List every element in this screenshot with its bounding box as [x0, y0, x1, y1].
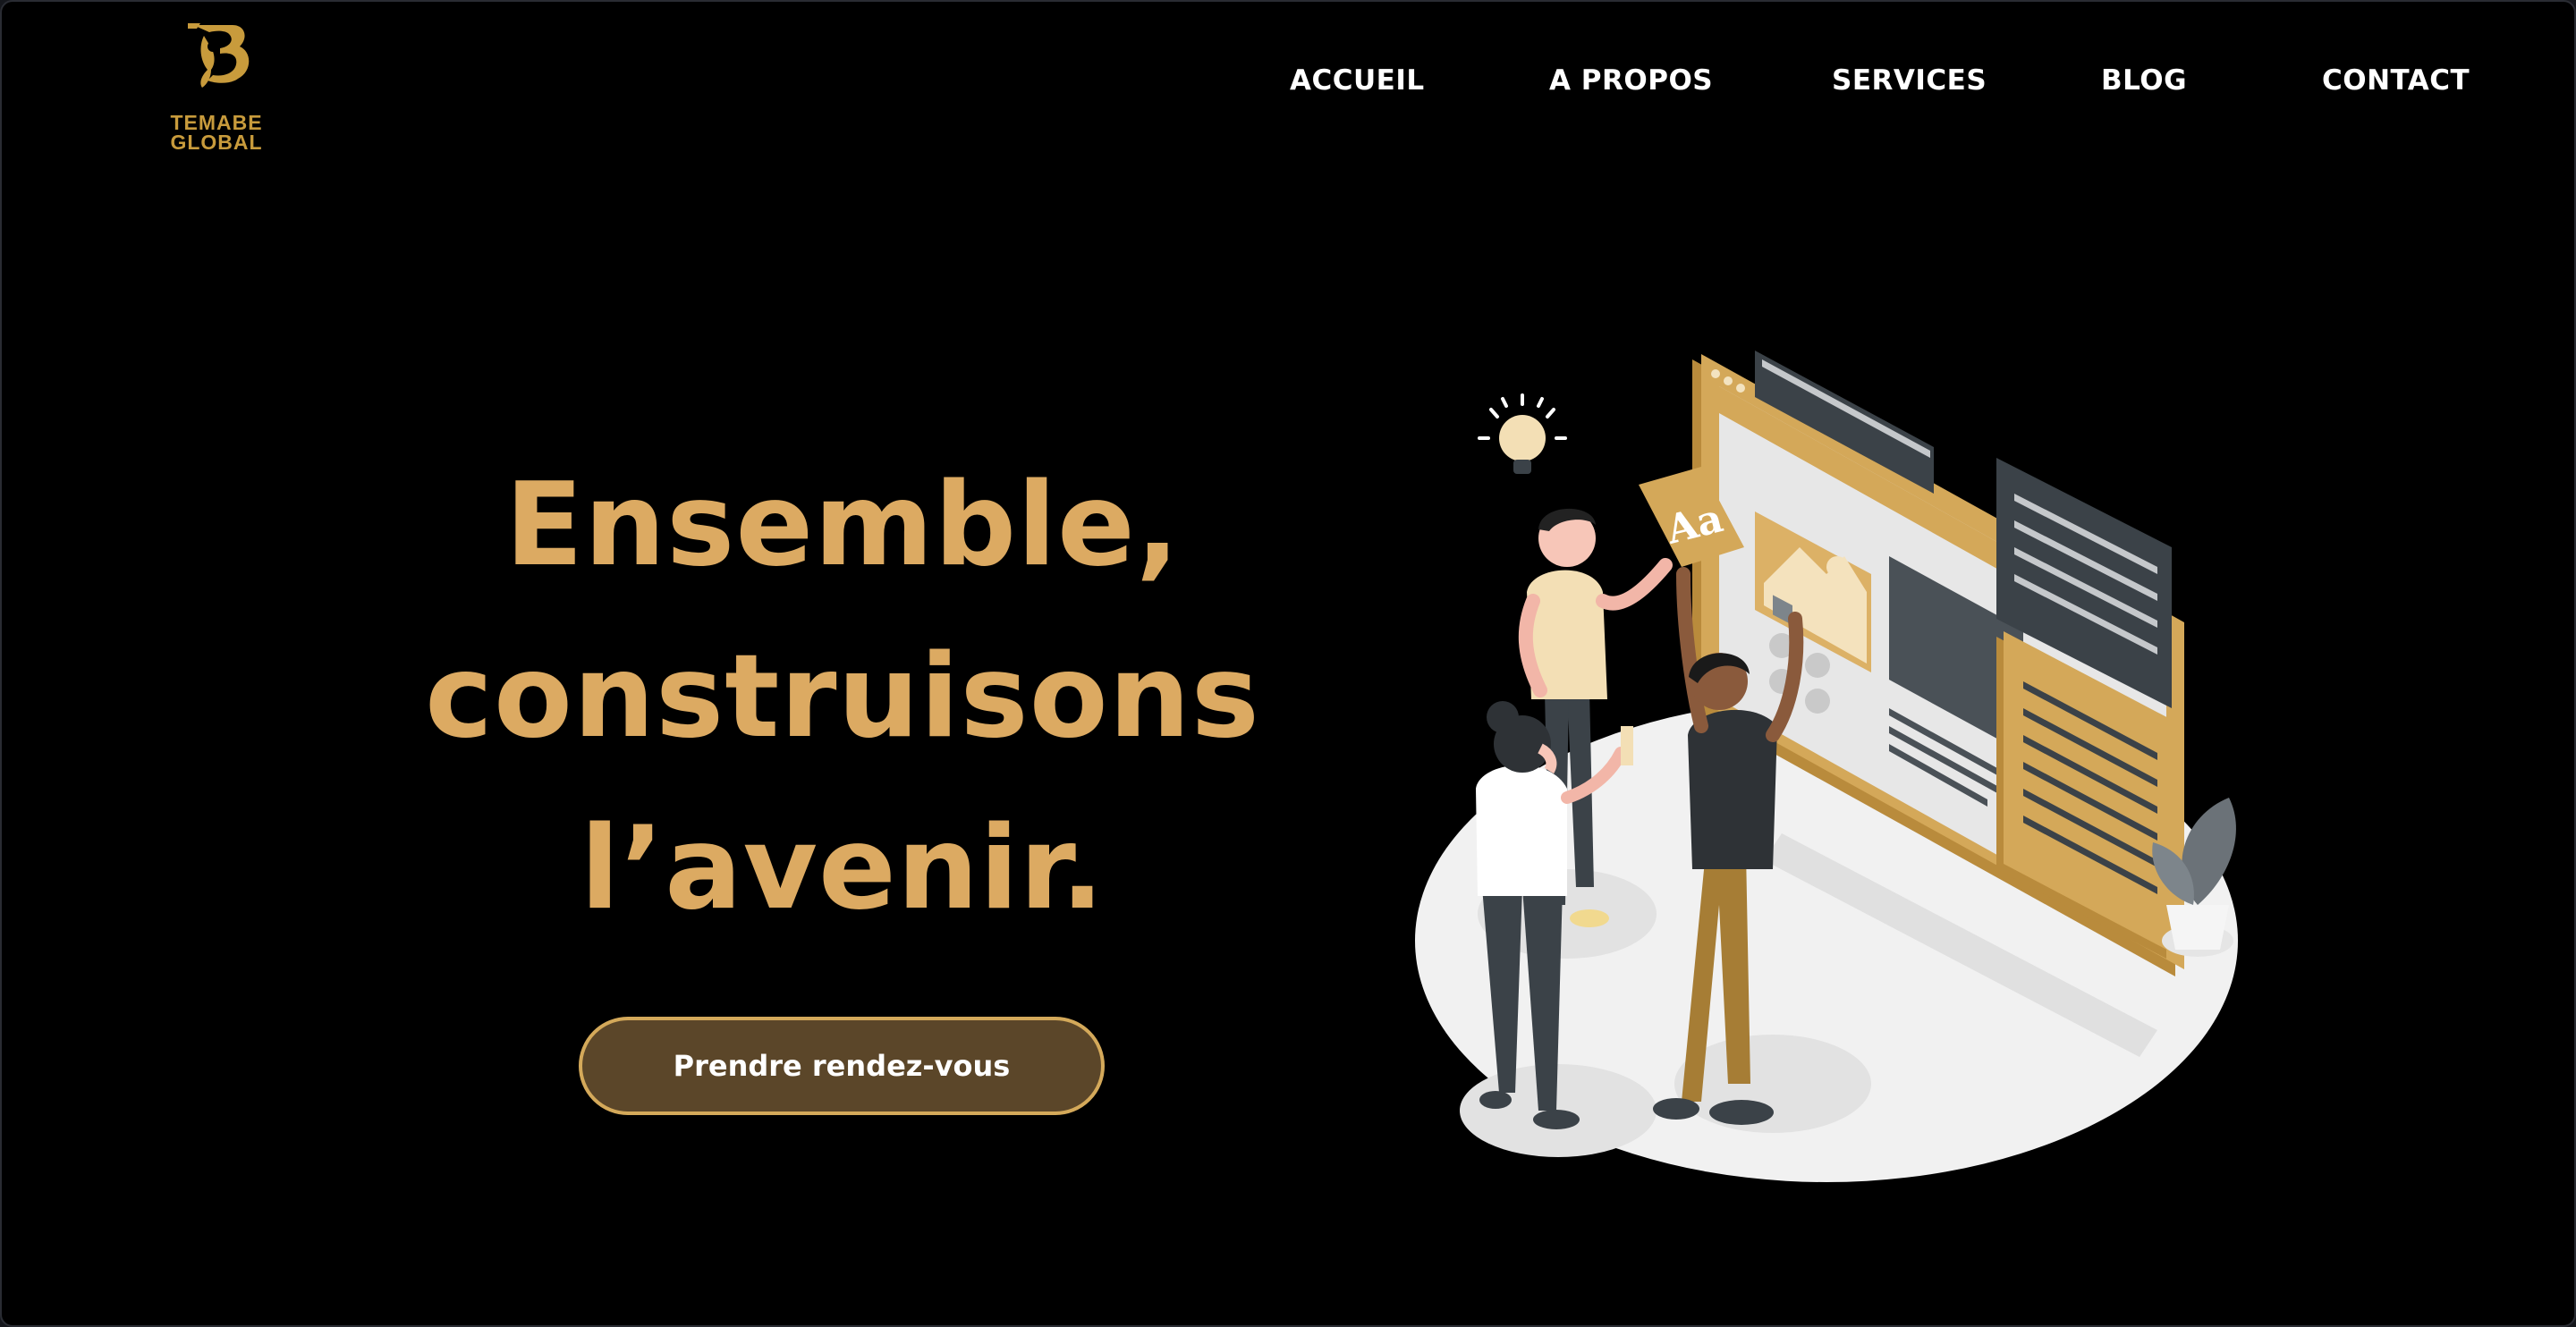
team-building-website-illustration: Aa — [1415, 351, 2238, 1182]
logo-line-1: TEMABE — [170, 111, 263, 134]
main-nav: ACCUEIL A PROPOS SERVICES BLOG CONTACT — [2, 64, 2574, 109]
nav-item-services[interactable]: SERVICES — [1832, 64, 1987, 97]
nav-item-contact[interactable]: CONTACT — [2322, 64, 2470, 97]
nav-item-accueil[interactable]: ACCUEIL — [1290, 64, 1425, 97]
hero-title: Ensemble, construisons l’avenir. — [395, 440, 1290, 955]
hero-title-line-3: l’avenir. — [580, 802, 1106, 935]
logo-text: TEMABE GLOBAL — [170, 111, 263, 154]
light-bulb-icon — [1478, 393, 1567, 474]
hero-title-line-2: construisons — [425, 630, 1260, 764]
book-appointment-button[interactable]: Prendre rendez-vous — [579, 1017, 1105, 1115]
nav-item-a-propos[interactable]: A PROPOS — [1549, 64, 1713, 97]
logo-line-2: GLOBAL — [170, 131, 263, 154]
nav-item-blog[interactable]: BLOG — [2101, 64, 2187, 97]
page: TEMABE GLOBAL ACCUEIL A PROPOS SERVICES … — [0, 0, 2576, 1327]
hero-title-line-1: Ensemble, — [504, 459, 1181, 592]
